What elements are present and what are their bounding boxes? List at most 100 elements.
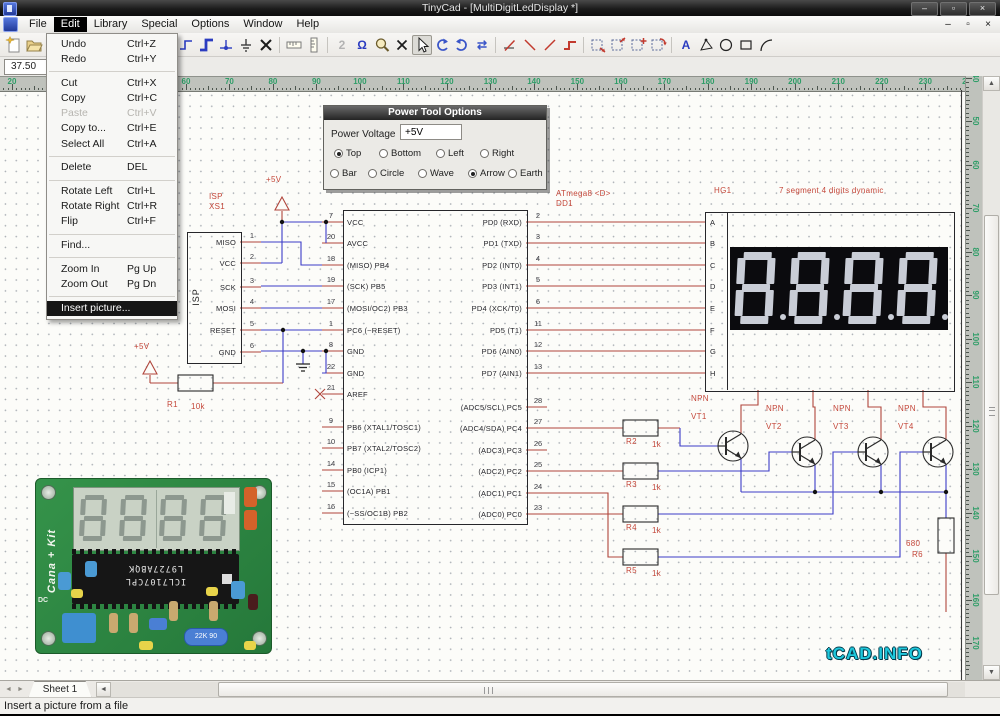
radio-right[interactable]: Right	[480, 148, 514, 159]
ellipse-tool-icon[interactable]	[716, 35, 736, 55]
edit-menu-item-cut[interactable]: CutCtrl+X	[47, 76, 177, 91]
cancel-zoom-icon[interactable]	[392, 35, 412, 55]
power-voltage-input[interactable]	[400, 124, 462, 140]
power-tool-options-dialog[interactable]: Power Tool Options Power Voltage Top Bott…	[323, 105, 547, 190]
menu-item-label: Paste	[61, 107, 88, 119]
vertical-scroll-thumb[interactable]	[984, 215, 999, 595]
radio-bar[interactable]: Bar	[330, 168, 357, 179]
title-bar: TinyCad - [MultiDigitLedDisplay *] – ▫ ×	[0, 0, 1000, 16]
menu-help[interactable]: Help	[289, 17, 326, 32]
block-import-icon[interactable]	[588, 35, 608, 55]
vertical-scrollbar[interactable]: ▲ ▼	[982, 76, 1000, 680]
flip-horizontal-icon[interactable]: ⇄	[472, 35, 492, 55]
status-text: Insert a picture from a file	[4, 700, 128, 712]
block-copy-icon[interactable]	[608, 35, 628, 55]
wire-tool-icon[interactable]	[176, 35, 196, 55]
radio-earth[interactable]: Earth	[508, 168, 543, 179]
edit-menu-item-insert-picture[interactable]: Insert picture...	[47, 301, 177, 316]
mdi-minimize-icon[interactable]: –	[941, 19, 955, 30]
arc-tool-icon[interactable]	[756, 35, 776, 55]
text-tool-icon[interactable]: A	[676, 35, 696, 55]
dialog-title[interactable]: Power Tool Options	[324, 106, 546, 120]
polyline-tool-icon[interactable]	[560, 35, 580, 55]
menu-file[interactable]: File	[22, 17, 54, 32]
edit-menu-item-undo[interactable]: UndoCtrl+Z	[47, 37, 177, 52]
mdi-close-icon[interactable]: ×	[981, 19, 995, 30]
radio-top[interactable]: Top	[334, 148, 361, 159]
mdi-restore-icon[interactable]: ▫	[961, 19, 975, 30]
omega-symbol-icon[interactable]: Ω	[352, 35, 372, 55]
bus-tool-icon[interactable]	[196, 35, 216, 55]
open-folder-icon[interactable]	[24, 35, 44, 55]
ruler-vertical-icon[interactable]	[304, 35, 324, 55]
sheet-next-icon[interactable]: ►	[14, 683, 27, 696]
radio-selected-icon	[334, 149, 343, 158]
rotate-right-icon[interactable]	[452, 35, 472, 55]
radio-left[interactable]: Left	[436, 148, 464, 159]
vruler-number: 120	[967, 418, 983, 434]
menu-separator	[47, 176, 177, 185]
restore-icon[interactable]: ▫	[940, 2, 967, 16]
ruler-horizontal-icon[interactable]	[284, 35, 304, 55]
radio-label: Left	[448, 148, 464, 159]
junction-tool-icon[interactable]	[216, 35, 236, 55]
hscroll-left-icon[interactable]: ◄	[96, 682, 111, 697]
horizontal-scroll-thumb[interactable]	[218, 682, 948, 697]
menu-item-label: Flip	[61, 215, 78, 227]
edit-menu-item-select-all[interactable]: Select AllCtrl+A	[47, 137, 177, 152]
close-icon[interactable]: ×	[969, 2, 996, 16]
edit-menu-item-delete[interactable]: DeleteDEL	[47, 160, 177, 175]
rotate-left-icon[interactable]	[432, 35, 452, 55]
vruler-number: 60	[967, 157, 983, 173]
radio-wave[interactable]: Wave	[418, 168, 454, 179]
no-connect-icon[interactable]	[500, 35, 520, 55]
radio-bottom[interactable]: Bottom	[379, 148, 421, 159]
menu-edit[interactable]: Edit	[54, 17, 87, 32]
edit-menu-item-zoom-out[interactable]: Zoom OutPg Dn	[47, 277, 177, 292]
radio-unselected-icon	[330, 169, 339, 178]
tinycad-window: TinyCad - [MultiDigitLedDisplay *] – ▫ ×…	[0, 0, 1000, 716]
edit-menu-item-flip[interactable]: FlipCtrl+F	[47, 214, 177, 229]
vertical-ruler: 405060708090100110120130140150160170	[965, 76, 983, 680]
edit-menu-item-paste[interactable]: PasteCtrl+V	[47, 106, 177, 121]
select-cursor-icon[interactable]	[412, 35, 432, 55]
radio-unselected-icon	[508, 169, 517, 178]
line-tool-2-icon[interactable]	[540, 35, 560, 55]
two-apart-icon[interactable]: 2	[332, 35, 352, 55]
radio-arrow[interactable]: Arrow	[468, 168, 505, 179]
power-voltage-label: Power Voltage	[331, 129, 396, 140]
minimize-icon[interactable]: –	[911, 2, 938, 16]
radio-circle[interactable]: Circle	[368, 168, 404, 179]
edit-menu-item-copy-to[interactable]: Copy to...Ctrl+E	[47, 121, 177, 136]
ground-tool-icon[interactable]	[236, 35, 256, 55]
menu-library[interactable]: Library	[87, 17, 135, 32]
scroll-up-icon[interactable]: ▲	[983, 76, 1000, 91]
horizontal-scrollbar[interactable]	[111, 682, 965, 697]
edit-menu-item-rotate-left[interactable]: Rotate LeftCtrl+L	[47, 184, 177, 199]
delete-tool-icon[interactable]	[256, 35, 276, 55]
menu-item-shortcut: Ctrl+E	[127, 121, 156, 136]
block-move-icon[interactable]	[628, 35, 648, 55]
menu-options[interactable]: Options	[184, 17, 236, 32]
vruler-number: 70	[967, 200, 983, 216]
edit-menu-item-copy[interactable]: CopyCtrl+C	[47, 91, 177, 106]
polygon-tool-icon[interactable]	[696, 35, 716, 55]
zoom-tool-icon[interactable]	[372, 35, 392, 55]
menu-item-shortcut: DEL	[127, 160, 147, 175]
menu-item-label: Find...	[61, 239, 90, 251]
new-file-icon[interactable]	[4, 35, 24, 55]
edit-menu-item-redo[interactable]: RedoCtrl+Y	[47, 52, 177, 67]
edit-menu-item-rotate-right[interactable]: Rotate RightCtrl+R	[47, 199, 177, 214]
menu-item-label: Rotate Left	[61, 185, 112, 197]
menu-item-label: Cut	[61, 77, 77, 89]
scroll-down-icon[interactable]: ▼	[983, 665, 1000, 680]
document-icon	[3, 17, 18, 32]
line-tool-1-icon[interactable]	[520, 35, 540, 55]
block-rotate-icon[interactable]	[648, 35, 668, 55]
hruler-number: 210	[827, 77, 849, 86]
menu-special[interactable]: Special	[134, 17, 184, 32]
menu-window[interactable]: Window	[236, 17, 289, 32]
edit-menu-item-find[interactable]: Find...	[47, 238, 177, 253]
edit-menu-item-zoom-in[interactable]: Zoom InPg Up	[47, 262, 177, 277]
rectangle-tool-icon[interactable]	[736, 35, 756, 55]
